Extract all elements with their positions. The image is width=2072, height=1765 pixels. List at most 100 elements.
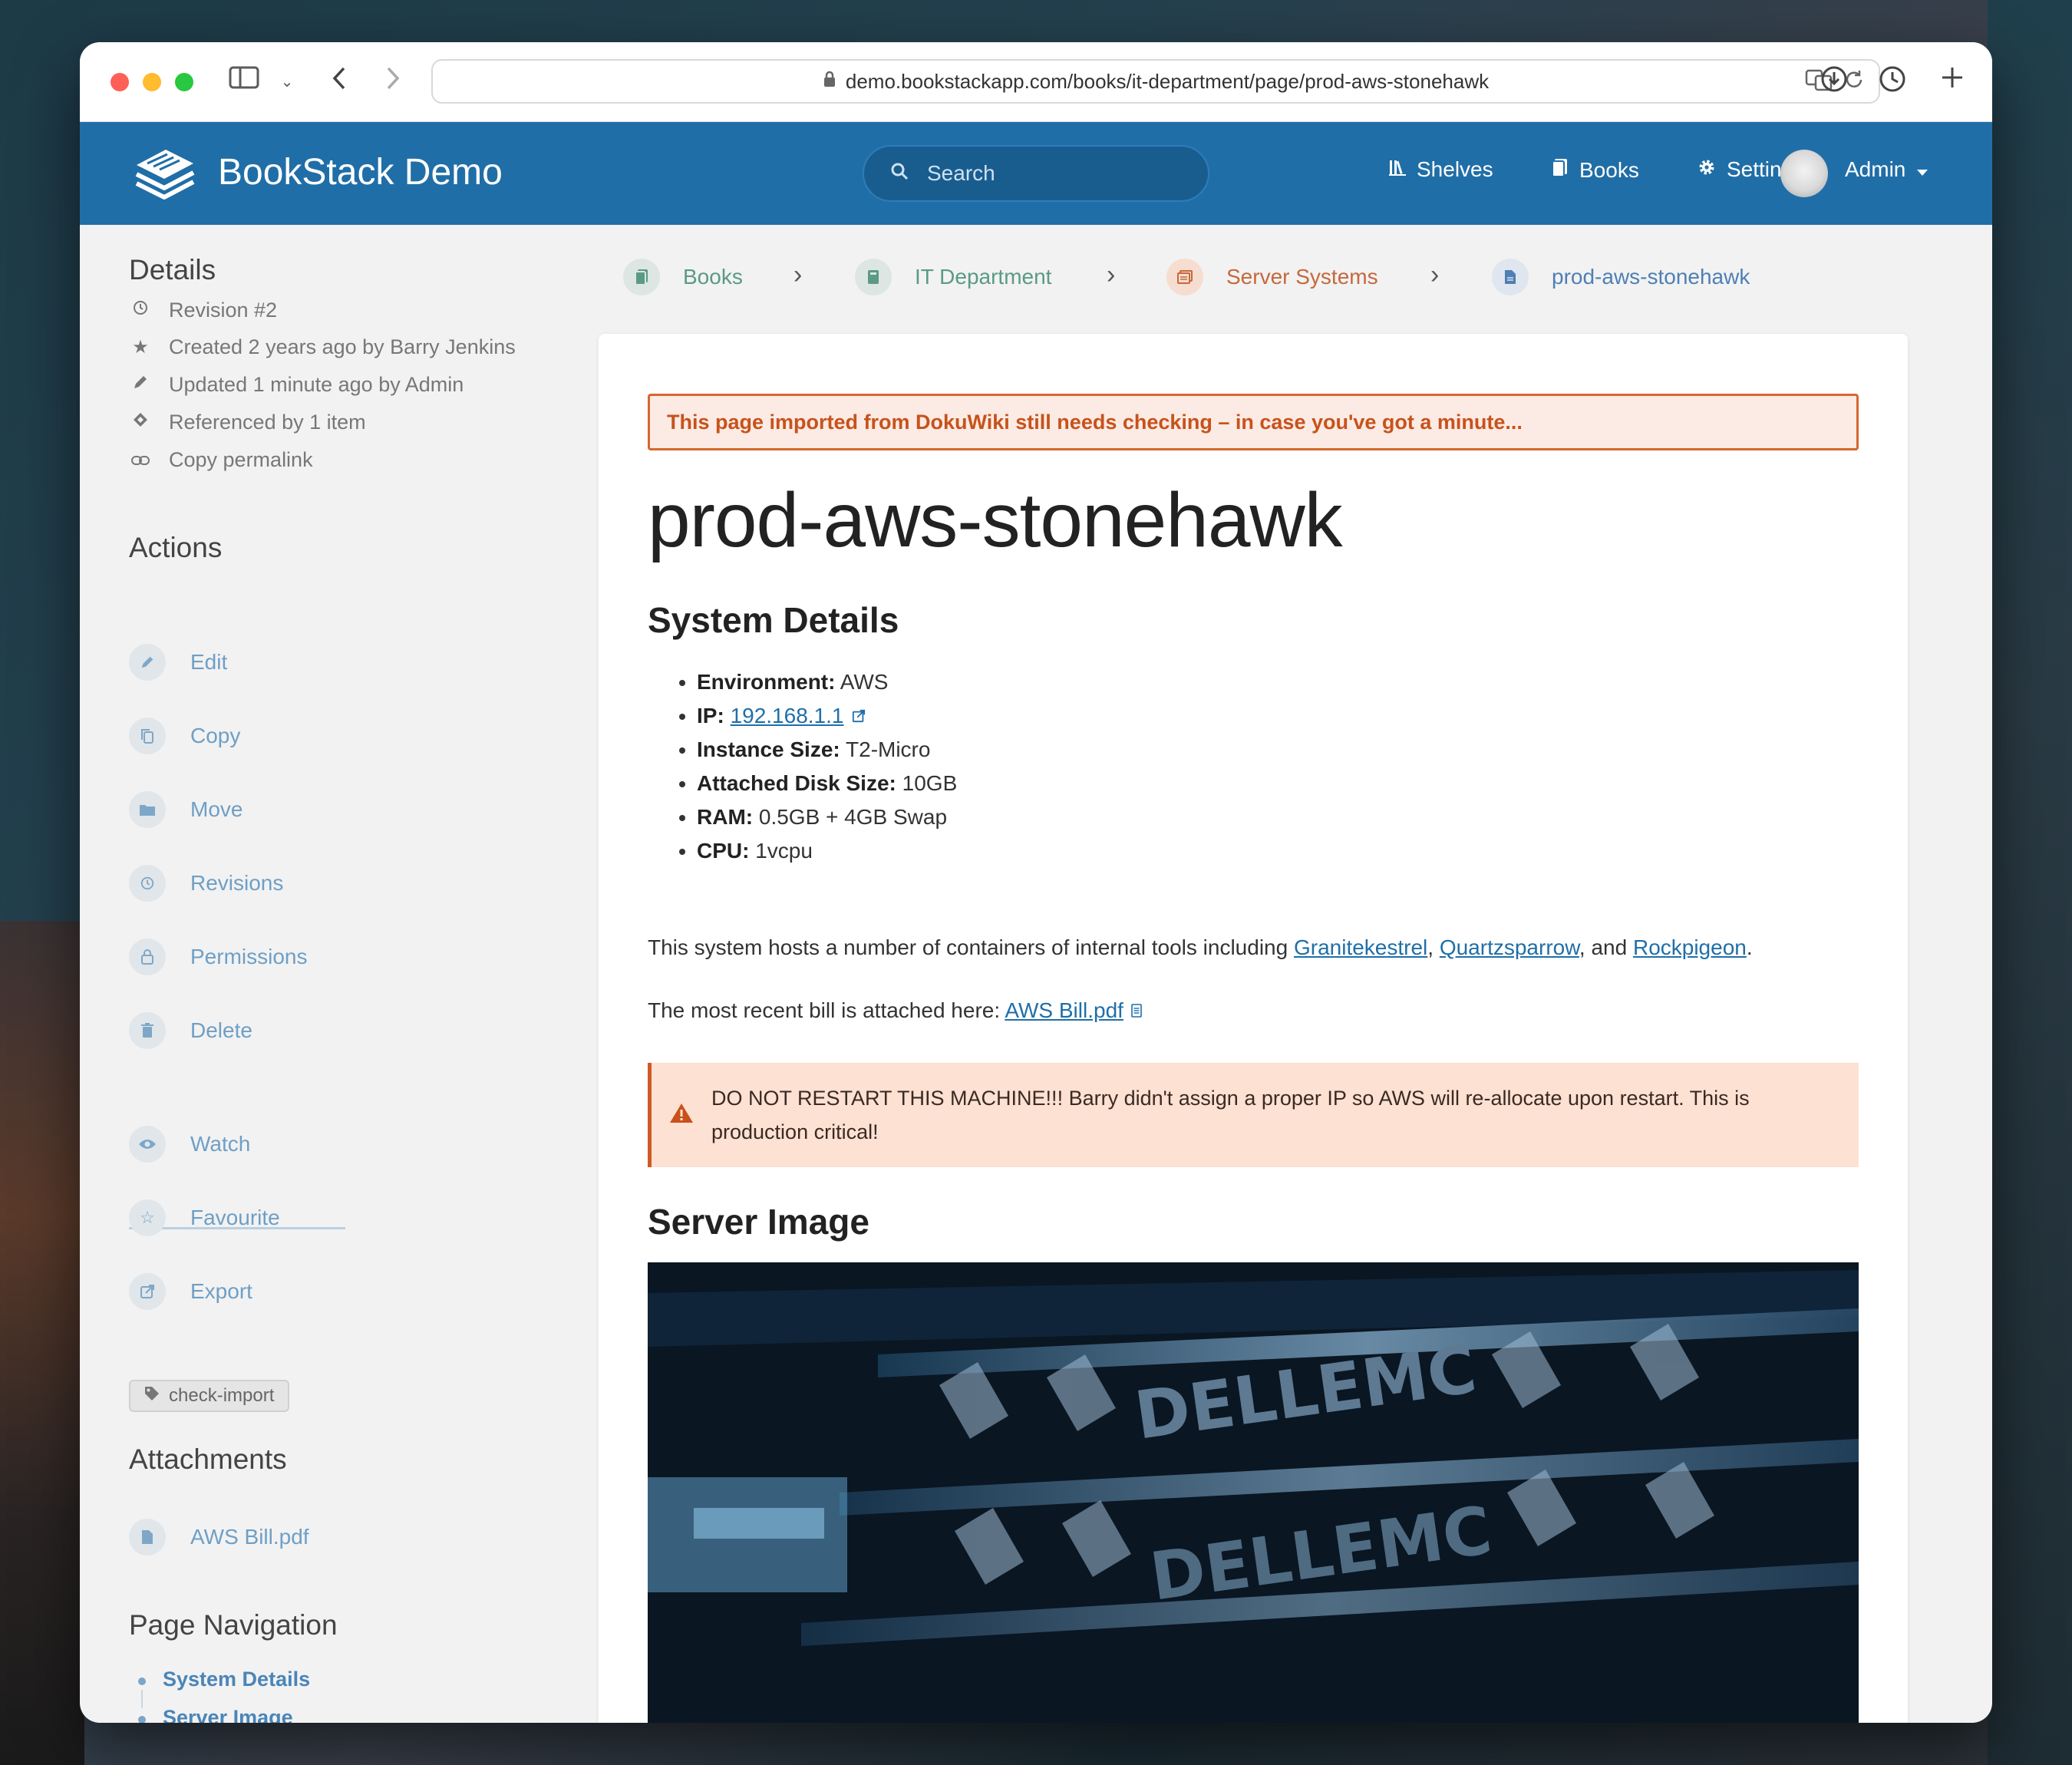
- gear-icon: [1698, 157, 1716, 182]
- shelf-book-icon: [623, 259, 660, 295]
- search-placeholder: Search: [927, 161, 995, 185]
- tag-label: check-import: [169, 1385, 275, 1406]
- bill-paragraph: The most recent bill is attached here: A…: [648, 998, 1142, 1023]
- warning-icon: [652, 1101, 711, 1130]
- bookstack-logo-icon[interactable]: [132, 145, 196, 203]
- url-text: demo.bookstackapp.com/books/it-departmen…: [845, 69, 1490, 93]
- page-title: prod-aws-stonehawk: [648, 477, 1343, 563]
- hosts-paragraph: This system hosts a number of containers…: [648, 935, 1753, 959]
- actions-heading: Actions: [129, 532, 223, 563]
- move-action[interactable]: Move: [129, 791, 243, 828]
- sidebar-toggle-icon[interactable]: [227, 65, 261, 99]
- watch-action[interactable]: Watch: [129, 1126, 250, 1163]
- minimize-window-button[interactable]: [143, 73, 161, 91]
- link-icon: [129, 450, 152, 471]
- desktop-background-left: [0, 921, 84, 1765]
- list-item: Attached Disk Size: 10GB: [697, 767, 957, 800]
- breadcrumb-book-label: IT Department: [915, 265, 1052, 289]
- permalink-meta[interactable]: Copy permalink: [129, 448, 313, 472]
- browser-toolbar: ⌄ demo.bookstackapp.com/books/it-departm…: [80, 42, 1992, 122]
- import-notice: This page imported from DokuWiki still n…: [648, 394, 1859, 450]
- breadcrumb-books[interactable]: Books: [623, 259, 743, 295]
- history-icon[interactable]: [1876, 65, 1909, 99]
- avatar[interactable]: [1780, 150, 1828, 197]
- breadcrumb-books-label: Books: [683, 265, 743, 289]
- window-controls: [111, 73, 193, 91]
- revisions-action[interactable]: Revisions: [129, 865, 283, 902]
- breadcrumb-page[interactable]: prod-aws-stonehawk: [1492, 259, 1750, 295]
- favourite-label: Favourite: [190, 1206, 280, 1229]
- maximize-window-button[interactable]: [175, 73, 193, 91]
- app-title[interactable]: BookStack Demo: [218, 151, 503, 193]
- copy-icon: [129, 718, 166, 754]
- page-navigation-heading: Page Navigation: [129, 1609, 338, 1641]
- export-action[interactable]: Export: [129, 1273, 252, 1310]
- lock-icon: [823, 71, 836, 92]
- revision-meta[interactable]: Revision #2: [129, 299, 277, 322]
- tag-icon: [144, 1386, 160, 1406]
- back-icon[interactable]: [322, 65, 356, 99]
- page-icon: [1492, 259, 1529, 295]
- export-label: Export: [190, 1279, 252, 1303]
- revision-text: Revision #2: [169, 299, 278, 322]
- referenced-meta[interactable]: Referenced by 1 item: [129, 411, 366, 434]
- rockpigeon-link[interactable]: Rockpigeon: [1633, 935, 1747, 959]
- list-item: Environment: AWS: [697, 665, 957, 699]
- permissions-label: Permissions: [190, 945, 308, 968]
- system-details-list: Environment: AWS IP: 192.168.1.1 Instanc…: [697, 665, 957, 868]
- delete-label: Delete: [190, 1018, 252, 1042]
- eye-icon: [129, 1126, 166, 1163]
- warning-text: DO NOT RESTART THIS MACHINE!!! Barry did…: [711, 1087, 1750, 1143]
- chevron-right-icon: ›: [793, 260, 803, 289]
- close-window-button[interactable]: [111, 73, 129, 91]
- star-icon: ★: [132, 337, 149, 358]
- book-icon: [855, 259, 892, 295]
- forward-icon[interactable]: [376, 65, 410, 99]
- caret-down-icon: [1916, 157, 1928, 182]
- list-item: CPU: 1vcpu: [697, 834, 957, 868]
- granitekestrel-link[interactable]: Granitekestrel: [1294, 935, 1427, 959]
- nav-books-link[interactable]: Books: [1552, 157, 1639, 183]
- breadcrumb-chapter[interactable]: Server Systems: [1166, 259, 1378, 295]
- copy-label: Copy: [190, 724, 241, 747]
- desktop-background-right: [1988, 0, 2072, 1765]
- history-icon: [129, 299, 152, 322]
- watch-label: Watch: [190, 1132, 251, 1156]
- edit-action[interactable]: Edit: [129, 644, 227, 681]
- breadcrumb-book[interactable]: IT Department: [855, 259, 1051, 295]
- page-nav-system-details[interactable]: System Details: [163, 1668, 310, 1691]
- chevron-right-icon: ›: [1107, 260, 1116, 289]
- user-menu[interactable]: Admin: [1845, 157, 1928, 182]
- tag-chip[interactable]: check-import: [129, 1380, 290, 1412]
- edit-label: Edit: [190, 650, 228, 674]
- page-content-card: This page imported from DokuWiki still n…: [599, 334, 1908, 1723]
- referenced-text: Referenced by 1 item: [169, 411, 366, 434]
- address-bar[interactable]: demo.bookstackapp.com/books/it-departmen…: [431, 59, 1880, 104]
- search-input[interactable]: Search: [863, 145, 1209, 202]
- folder-icon: [129, 791, 166, 828]
- copy-action[interactable]: Copy: [129, 718, 240, 754]
- delete-action[interactable]: Delete: [129, 1012, 252, 1049]
- permissions-action[interactable]: Permissions: [129, 939, 307, 975]
- favourite-action[interactable]: ☆ Favourite: [129, 1199, 280, 1236]
- nav-shelves-link[interactable]: Shelves: [1389, 157, 1493, 182]
- download-icon[interactable]: [1817, 65, 1851, 99]
- search-icon: [890, 162, 909, 186]
- nav-bullet: [138, 1678, 146, 1685]
- warning-callout: DO NOT RESTART THIS MACHINE!!! Barry did…: [648, 1063, 1859, 1167]
- created-text: Created 2 years ago by Barry Jenkins: [169, 335, 516, 358]
- server-photo[interactable]: DELLEMC DELLEMC: [648, 1262, 1859, 1723]
- aws-bill-link[interactable]: AWS Bill.pdf: [1005, 998, 1123, 1022]
- ip-link[interactable]: 192.168.1.1: [731, 704, 844, 727]
- list-item: IP: 192.168.1.1: [697, 699, 957, 733]
- quartzsparrow-link[interactable]: Quartzsparrow: [1440, 935, 1579, 959]
- attachment-item[interactable]: AWS Bill.pdf: [129, 1519, 309, 1556]
- chevron-down-icon[interactable]: ⌄: [270, 65, 304, 99]
- updated-meta: Updated 1 minute ago by Admin: [129, 373, 464, 397]
- new-tab-icon[interactable]: [1935, 65, 1969, 99]
- page-nav-server-image[interactable]: Server Image: [163, 1706, 293, 1723]
- external-link-icon: [846, 708, 865, 727]
- file-icon: [129, 1519, 166, 1556]
- browser-window: ⌄ demo.bookstackapp.com/books/it-departm…: [80, 42, 1992, 1723]
- nav-books-label: Books: [1579, 157, 1639, 182]
